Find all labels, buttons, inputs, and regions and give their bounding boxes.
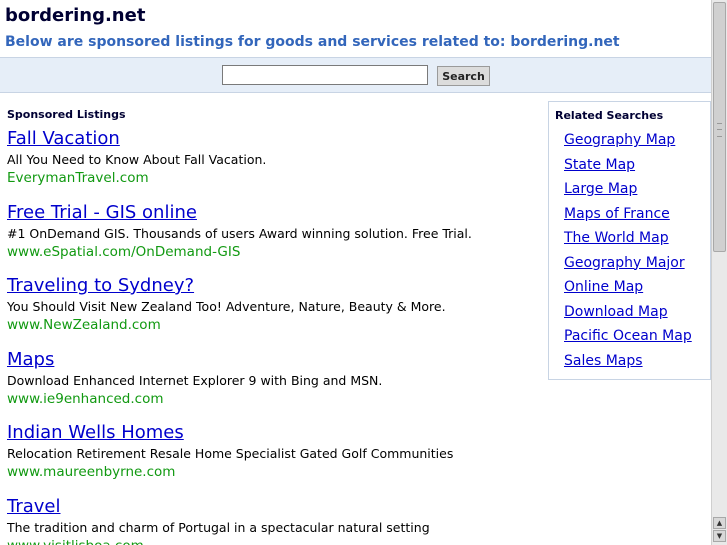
listing-url[interactable]: www.NewZealand.com [7,316,537,334]
listing: Free Trial - GIS online #1 OnDemand GIS.… [7,201,537,275]
arrow-down-icon[interactable]: ▼ [713,530,726,542]
listing-title-link[interactable]: Fall Vacation [7,127,537,151]
listing-description: All You Need to Know About Fall Vacation… [7,152,267,167]
related-search-link[interactable]: Maps of France [564,204,692,229]
related-search-link[interactable]: Large Map [564,179,692,204]
related-search-link[interactable]: State Map [564,155,692,180]
listing-description: Relocation Retirement Resale Home Specia… [7,446,454,461]
related-searches-list: Geography Map State Map Large Map Maps o… [564,130,692,375]
vertical-scrollbar[interactable]: ▲ ▼ [711,0,727,545]
listing-url[interactable]: www.ie9enhanced.com [7,390,537,408]
related-search-link[interactable]: Sales Maps [564,351,692,376]
listing: Indian Wells Homes Relocation Retirement… [7,421,537,495]
page: bordering.net Below are sponsored listin… [0,0,711,545]
listing: Maps Download Enhanced Internet Explorer… [7,348,537,422]
related-search-link[interactable]: Pacific Ocean Map [564,326,692,351]
listing-title-link[interactable]: Travel [7,495,537,519]
related-search-link[interactable]: Geography Map [564,130,692,155]
scrollbar-thumb[interactable] [713,2,726,252]
sponsored-listings: Fall Vacation All You Need to Know About… [7,127,537,545]
related-searches-heading: Related Searches [555,109,664,122]
sponsored-listings-heading: Sponsored Listings [7,108,126,121]
arrow-up-icon[interactable]: ▲ [713,517,726,529]
listing-title-link[interactable]: Free Trial - GIS online [7,201,537,225]
related-search-link[interactable]: The World Map [564,228,692,253]
related-searches-box: Related Searches Geography Map State Map… [548,101,711,380]
listing: Travel The tradition and charm of Portug… [7,495,537,545]
listing: Traveling to Sydney? You Should Visit Ne… [7,274,537,348]
listing-url[interactable]: www.visitlisboa.com [7,537,537,545]
search-input[interactable] [222,65,428,85]
listing-title-link[interactable]: Maps [7,348,537,372]
listing-description: Download Enhanced Internet Explorer 9 wi… [7,372,383,388]
listing-url[interactable]: www.eSpatial.com/OnDemand-GIS [7,243,537,261]
listing-description: #1 OnDemand GIS. Thousands of users Awar… [7,225,472,241]
listing-description: The tradition and charm of Portugal in a… [7,519,430,535]
listing-url[interactable]: www.maureenbyrne.com [7,463,537,481]
related-search-link[interactable]: Download Map [564,302,692,327]
tagline: Below are sponsored listings for goods a… [5,34,620,50]
related-search-link[interactable]: Geography Major [564,253,692,278]
site-title: bordering.net [5,5,146,26]
listing-title-link[interactable]: Traveling to Sydney? [7,274,537,298]
related-search-link[interactable]: Online Map [564,277,692,302]
search-button[interactable]: Search [437,66,490,86]
listing-description: You Should Visit New Zealand Too! Advent… [7,299,446,314]
listing-url[interactable]: EverymanTravel.com [7,169,537,187]
search-bar: Search [0,57,711,93]
listing: Fall Vacation All You Need to Know About… [7,127,537,201]
grip-icon [717,123,722,137]
listing-title-link[interactable]: Indian Wells Homes [7,421,537,445]
